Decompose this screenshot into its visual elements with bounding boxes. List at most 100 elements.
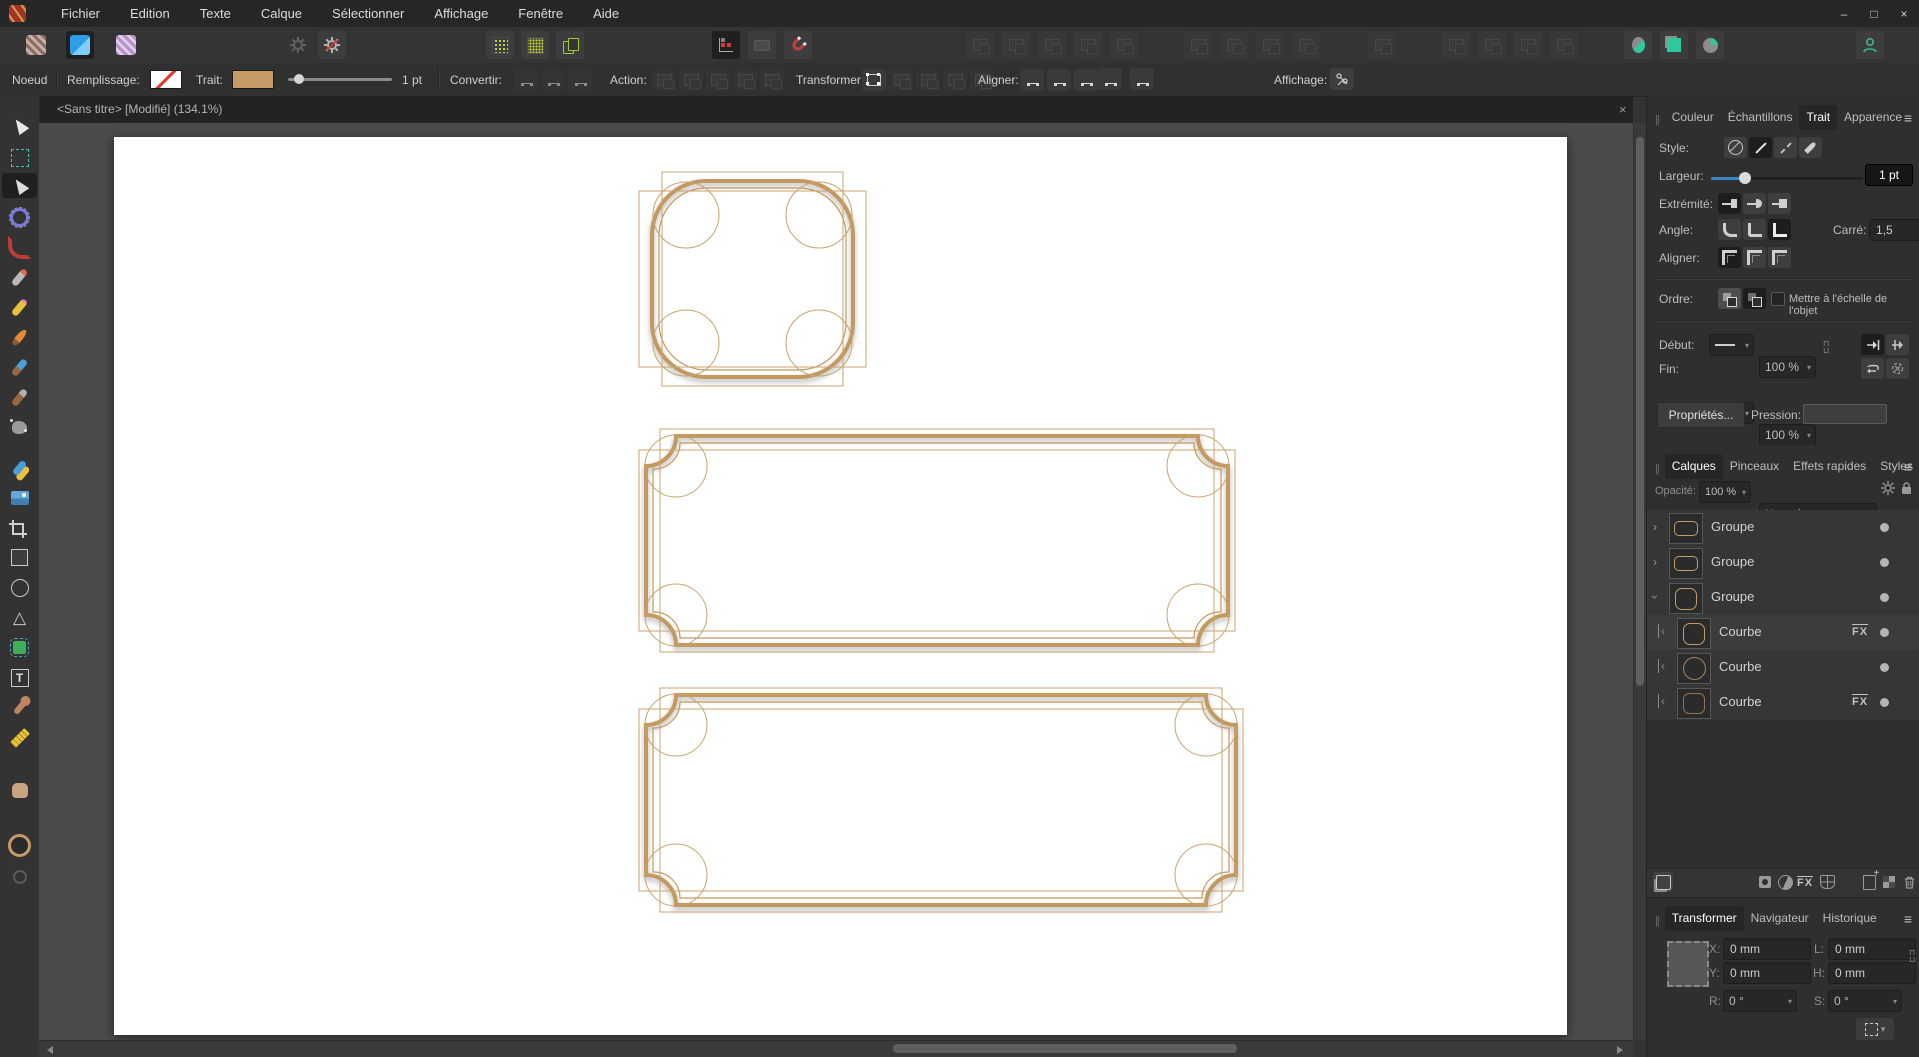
tab-calques[interactable]: Calques (1664, 454, 1723, 479)
move-to-front-button[interactable] (1292, 31, 1320, 59)
node-tool[interactable] (2, 173, 37, 198)
reset-ends-button[interactable] (1886, 358, 1909, 379)
tab-close-icon[interactable]: × (1619, 96, 1627, 123)
tab-styles[interactable]: Styles (1873, 454, 1919, 479)
settings-gear-button[interactable] (284, 31, 312, 59)
properties-button[interactable]: Propriétés... (1657, 402, 1745, 428)
stroke-style-solid-button[interactable] (1749, 137, 1772, 158)
align-outside-button[interactable] (1768, 247, 1791, 268)
shear-dropdown[interactable]: 0 ° (1828, 990, 1902, 1012)
snap-construct-button[interactable] (1074, 68, 1098, 91)
link-start-end-icon[interactable]: ⊓ ⊔ (1823, 340, 1829, 355)
move-backward-button[interactable] (1220, 31, 1248, 59)
mask-layer-button[interactable] (1755, 872, 1775, 892)
snap-grid-button[interactable] (521, 31, 549, 59)
stroke-behind-button[interactable] (1718, 288, 1741, 309)
snap-aligned-handles-button[interactable] (1130, 68, 1154, 90)
stroke-width-panel-slider[interactable] (1711, 172, 1863, 184)
move-to-back-button[interactable] (1184, 31, 1212, 59)
rotation-dropdown[interactable]: 0 ° (1723, 990, 1797, 1012)
action-smooth-button[interactable] (706, 68, 730, 91)
snap-to-geometry-button[interactable] (1047, 68, 1071, 91)
show-handles-button[interactable] (1330, 68, 1354, 90)
collapse-chevron-icon[interactable]: › (1648, 595, 1662, 599)
alignment-button[interactable] (1368, 31, 1396, 59)
insert-inside-button[interactable] (1660, 31, 1688, 59)
pencil-tool[interactable] (7, 295, 32, 320)
ruler-tool[interactable] (7, 725, 32, 750)
stroke-width-value[interactable]: 1 pt (402, 63, 422, 96)
adjustment-layer-button[interactable] (1775, 872, 1795, 892)
scroll-left-arrow-icon[interactable] (47, 1046, 53, 1054)
transparency-tool[interactable] (7, 455, 32, 480)
add-layer-button[interactable] (1859, 868, 1879, 892)
point-transform-tool[interactable] (7, 205, 32, 230)
menu-selectionner[interactable]: Sélectionner (317, 0, 419, 27)
layer-row-group-1[interactable]: › Groupe (1647, 510, 1919, 546)
convert-sharp-button[interactable] (514, 68, 538, 91)
insert-on-top-button[interactable] (1696, 31, 1724, 59)
tab-historique[interactable]: Historique (1816, 906, 1884, 931)
snapping-button[interactable] (784, 31, 812, 59)
menu-calque[interactable]: Calque (246, 0, 317, 27)
cap-round-button[interactable] (1743, 193, 1766, 214)
layer-effects-button[interactable]: FX (1795, 872, 1815, 892)
place-image-tool[interactable] (7, 485, 32, 510)
horizontal-scrollbar-thumb[interactable] (893, 1044, 1237, 1053)
rotate-ccw-button[interactable] (1514, 31, 1542, 59)
tab-transformer[interactable]: Transformer (1664, 906, 1744, 931)
align-center-button[interactable] (1718, 247, 1741, 268)
rotate-cw-button[interactable] (1550, 31, 1578, 59)
visibility-toggle[interactable] (1880, 698, 1889, 707)
color-picker-tool[interactable] (7, 695, 32, 720)
cap-butt-button[interactable] (1718, 193, 1741, 214)
menu-affichage[interactable]: Affichage (419, 0, 503, 27)
ellipse-tool[interactable] (7, 575, 32, 600)
join-miter-button[interactable] (1768, 219, 1791, 240)
start-scale-dropdown[interactable]: 100 % (1759, 356, 1816, 378)
vector-brush-tool[interactable] (7, 355, 32, 380)
end-scale-dropdown[interactable]: 100 % (1759, 424, 1816, 446)
boolean-combine-button[interactable] (1110, 31, 1138, 59)
join-round-button[interactable] (1718, 219, 1741, 240)
stroke-style-dash-button[interactable] (1774, 137, 1797, 158)
stroke-swatch[interactable] (232, 63, 274, 96)
height-field[interactable]: 0 mm (1828, 962, 1916, 984)
duplicate-grid-button[interactable] (556, 31, 584, 59)
move-tool[interactable] (7, 113, 32, 138)
tab-echantillons[interactable]: Échantillons (1721, 105, 1800, 130)
account-button[interactable] (1856, 31, 1884, 59)
edit-all-layers-button[interactable] (1653, 872, 1673, 892)
stroke-width-slider[interactable] (288, 63, 392, 96)
brush-tool[interactable] (7, 325, 32, 350)
text-tool[interactable]: T (7, 665, 32, 690)
lock-icon[interactable] (1901, 482, 1912, 495)
transform-selection-box-button[interactable] (862, 68, 886, 91)
corner-tool[interactable] (7, 235, 32, 260)
link-dimensions-icon[interactable]: ⊓ ⊔ (1909, 949, 1915, 964)
transform-point-button[interactable] (889, 68, 913, 91)
knife-tool[interactable] (7, 385, 32, 410)
move-by-pixel-button[interactable] (748, 31, 776, 59)
transparency-bg-button[interactable] (1879, 872, 1899, 892)
mesh-warp-button[interactable] (1817, 872, 1837, 892)
snap-to-nodes-button[interactable] (1020, 68, 1044, 91)
scale-with-object-checkbox[interactable] (1771, 292, 1785, 306)
tab-pinceaux[interactable]: Pinceaux (1723, 454, 1786, 479)
boolean-intersect-button[interactable] (1038, 31, 1066, 59)
miter-field[interactable]: 1,5 (1869, 219, 1919, 241)
snap-off-curve-button[interactable] (1098, 68, 1122, 90)
vertical-scrollbar[interactable] (1633, 123, 1647, 1040)
fx-badge[interactable]: FX (1852, 624, 1869, 638)
blend-options-gear-icon[interactable] (1881, 481, 1895, 495)
arrow-through-bar-button[interactable] (1886, 334, 1909, 355)
maximize-button[interactable]: □ (1859, 0, 1889, 27)
panel-grip-icon[interactable]: || (1655, 915, 1660, 927)
panel-menu-icon[interactable]: ≡ (1904, 911, 1912, 927)
close-button[interactable]: × (1889, 0, 1919, 27)
expand-chevron-icon[interactable]: › (1653, 520, 1657, 534)
anchor-point-selector[interactable] (1667, 941, 1709, 987)
panel-grip-icon[interactable]: || (1655, 463, 1660, 475)
tool-strip-overflow[interactable] (7, 864, 32, 889)
swap-ends-button[interactable] (1861, 358, 1884, 379)
